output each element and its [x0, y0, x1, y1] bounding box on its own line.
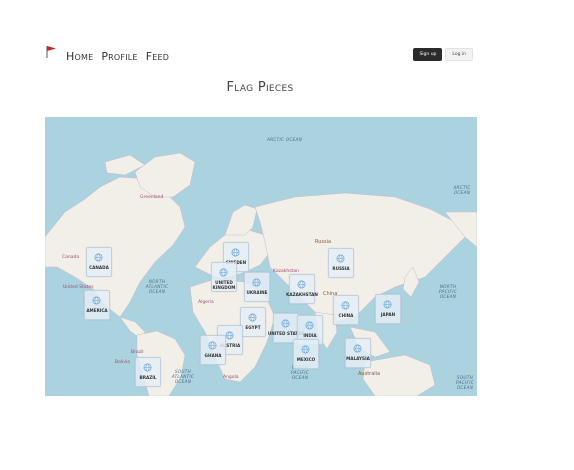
ocean-label: ARCTIC OCEAN [267, 137, 303, 142]
map-marker-ukraine[interactable]: UKRAINE [244, 272, 270, 302]
globe-icon [383, 300, 392, 309]
globe-icon [248, 313, 257, 322]
globe-icon [336, 254, 345, 263]
place-label: Canada [62, 255, 80, 260]
place-label: Algeria [198, 300, 214, 305]
globe-icon [341, 301, 350, 310]
globe-icon [208, 341, 217, 350]
globe-icon [252, 278, 261, 287]
globe-icon [219, 268, 228, 277]
marker-label: UKRAINE [246, 290, 268, 295]
map-marker-japan[interactable]: JAPAN [375, 294, 401, 324]
nav-profile-link[interactable]: Profile [101, 50, 137, 63]
ocean-label: NORTH PACIFIC OCEAN [438, 284, 457, 299]
globe-icon [92, 296, 101, 305]
nav-home-link[interactable]: Home [66, 50, 93, 63]
marker-label: RUSSIA [332, 266, 350, 271]
globe-icon [301, 345, 310, 354]
map-marker-china[interactable]: CHINA [333, 295, 359, 325]
globe-icon [353, 344, 362, 353]
login-button[interactable]: Log in [445, 48, 473, 61]
globe-icon [305, 321, 314, 330]
marker-label: CANADA [89, 265, 109, 270]
top-nav: Home Profile Feed [46, 45, 177, 67]
marker-label: BRAZIL [139, 375, 157, 380]
ocean-label: SOUTH ATLANTIC OCEAN [171, 369, 195, 384]
map-marker-russia[interactable]: RUSSIA [328, 248, 354, 278]
map-marker-ghana[interactable]: GHANA [200, 335, 226, 365]
marker-label: KAZAKHSTAN [286, 292, 318, 297]
marker-label: UNITED KINGDOM [212, 280, 236, 290]
ocean-label: NORTH ATLANTIC OCEAN [145, 279, 169, 294]
marker-label: MEXICO [296, 357, 316, 362]
place-label: Australia [358, 371, 381, 377]
page-title: Flag Pieces [226, 80, 294, 95]
map-marker-egypt[interactable]: EGYPT [240, 307, 266, 337]
map-marker-kazakhstan[interactable]: KAZAKHSTAN [286, 274, 318, 304]
globe-icon [231, 248, 240, 257]
flag-logo-icon[interactable] [46, 45, 60, 59]
marker-label: CHINA [338, 313, 354, 318]
place-label: Angola [223, 375, 239, 380]
ocean-label: ARCTIC OCEAN [453, 185, 471, 195]
nav-feed-link[interactable]: Feed [146, 50, 169, 63]
signup-button[interactable]: Sign up [413, 48, 443, 61]
place-label: Greenland [140, 195, 164, 200]
world-map[interactable]: ARCTIC OCEAN ARCTIC OCEAN NORTH ATLANTIC… [45, 117, 477, 396]
map-marker-canada[interactable]: CANADA [86, 247, 112, 277]
place-label: Brazil [131, 350, 144, 355]
globe-icon [281, 319, 290, 328]
globe-icon [143, 363, 152, 372]
marker-label: MALAYSIA [346, 356, 370, 361]
map-marker-united-kingdom[interactable]: UNITED KINGDOM [211, 262, 237, 292]
marker-label: AMERICA [86, 308, 108, 313]
place-label: Russia [315, 239, 332, 245]
marker-label: JAPAN [380, 312, 396, 317]
globe-icon [225, 331, 234, 340]
globe-icon [94, 253, 103, 262]
map-marker-mexico[interactable]: MEXICO [293, 339, 319, 369]
marker-label: GHANA [204, 353, 222, 358]
marker-label: INDIA [303, 333, 317, 338]
map-marker-brazil[interactable]: BRAZIL [135, 357, 161, 387]
place-label: Bolivia [115, 360, 131, 365]
auth-buttons: Sign up Log in [413, 48, 473, 61]
ocean-label: SOUTH PACIFIC OCEAN [455, 375, 474, 390]
map-marker-america[interactable]: AMERICA [84, 290, 110, 320]
map-marker-malaysia[interactable]: MALAYSIA [345, 338, 371, 368]
globe-icon [297, 280, 306, 289]
